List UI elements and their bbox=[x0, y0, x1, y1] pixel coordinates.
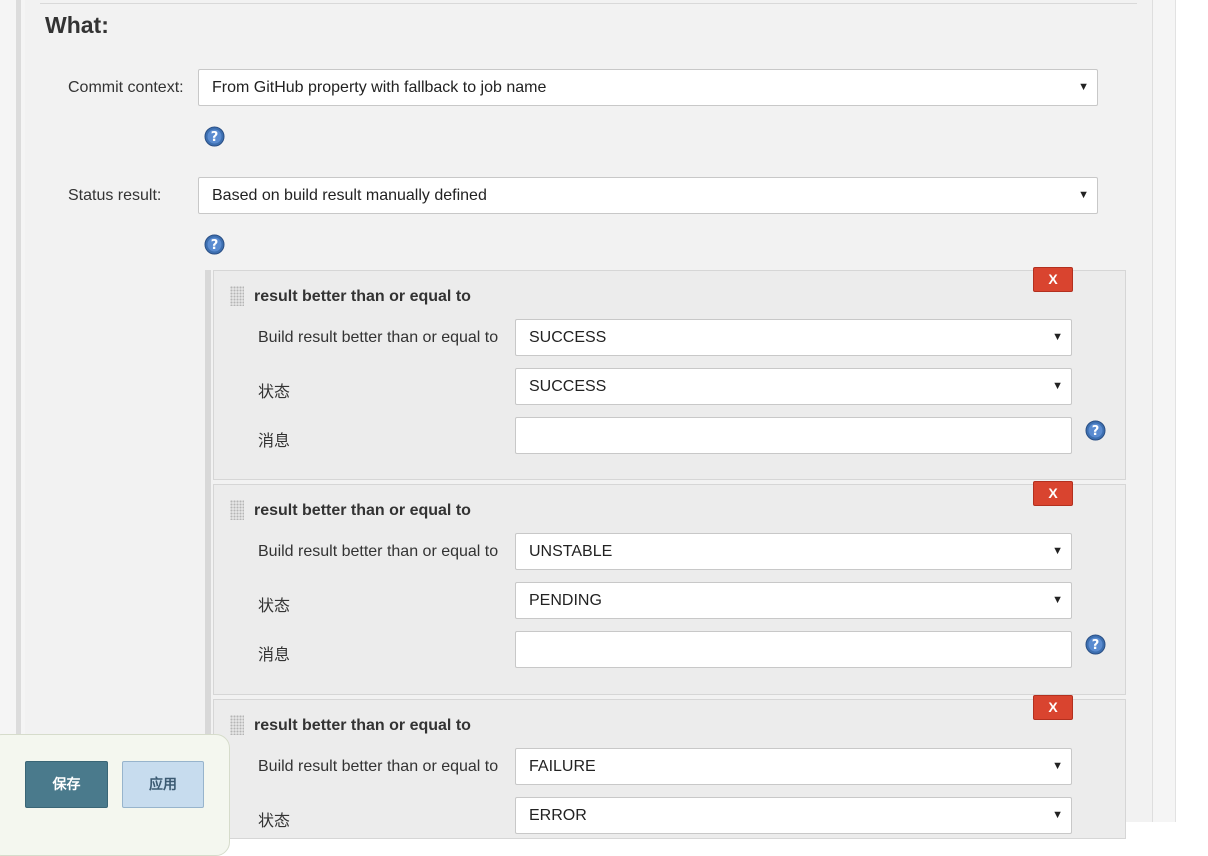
divider bbox=[40, 3, 1137, 4]
help-icon[interactable]: ? bbox=[204, 126, 225, 147]
rule-title: result better than or equal to bbox=[254, 288, 471, 305]
commit-context-label: Commit context: bbox=[68, 79, 184, 96]
chevron-down-icon: ▼ bbox=[1052, 594, 1063, 606]
build-result-label: Build result better than or equal to bbox=[258, 758, 499, 775]
message-label: 消息 bbox=[258, 433, 291, 450]
build-result-value: UNSTABLE bbox=[529, 543, 613, 560]
chevron-down-icon: ▼ bbox=[1052, 331, 1063, 343]
state-select[interactable]: PENDING ▼ bbox=[515, 582, 1072, 619]
svg-text:?: ? bbox=[211, 238, 219, 253]
build-result-select[interactable]: SUCCESS ▼ bbox=[515, 319, 1072, 356]
status-result-label: Status result: bbox=[68, 187, 162, 204]
message-input[interactable] bbox=[515, 417, 1072, 454]
chevron-down-icon: ▼ bbox=[1078, 81, 1089, 93]
help-icon[interactable]: ? bbox=[1085, 634, 1106, 655]
state-value: SUCCESS bbox=[529, 378, 607, 395]
build-result-value: FAILURE bbox=[529, 758, 596, 775]
commit-context-select[interactable]: From GitHub property with fallback to jo… bbox=[198, 69, 1098, 106]
state-select[interactable]: SUCCESS ▼ bbox=[515, 368, 1072, 405]
help-icon[interactable]: ? bbox=[1085, 420, 1106, 441]
message-label: 消息 bbox=[258, 647, 291, 664]
state-label: 状态 bbox=[258, 384, 291, 401]
build-result-label: Build result better than or equal to bbox=[258, 329, 499, 346]
svg-text:?: ? bbox=[211, 130, 219, 145]
commit-context-value: From GitHub property with fallback to jo… bbox=[212, 79, 547, 96]
state-label: 状态 bbox=[258, 598, 291, 615]
state-value: ERROR bbox=[529, 807, 587, 824]
chevron-down-icon: ▼ bbox=[1052, 545, 1063, 557]
chevron-down-icon: ▼ bbox=[1052, 760, 1063, 772]
remove-rule-button[interactable]: X bbox=[1033, 267, 1073, 292]
status-result-value: Based on build result manually defined bbox=[212, 187, 487, 204]
chevron-down-icon: ▼ bbox=[1078, 189, 1089, 201]
message-input[interactable] bbox=[515, 631, 1072, 668]
build-result-select[interactable]: UNSTABLE ▼ bbox=[515, 533, 1072, 570]
state-select[interactable]: ERROR ▼ bbox=[515, 797, 1072, 834]
svg-text:?: ? bbox=[1092, 424, 1100, 439]
save-button[interactable]: 保存 bbox=[25, 761, 108, 808]
drag-handle-icon[interactable] bbox=[230, 286, 244, 306]
build-result-label: Build result better than or equal to bbox=[258, 543, 499, 560]
state-value: PENDING bbox=[529, 592, 602, 609]
section-title: What: bbox=[45, 12, 109, 38]
page-edge bbox=[1175, 0, 1176, 822]
state-label: 状态 bbox=[258, 813, 291, 830]
rule-title: result better than or equal to bbox=[254, 717, 471, 734]
remove-rule-button[interactable]: X bbox=[1033, 481, 1073, 506]
build-result-select[interactable]: FAILURE ▼ bbox=[515, 748, 1072, 785]
drag-handle-icon[interactable] bbox=[230, 715, 244, 735]
apply-button[interactable]: 应用 bbox=[122, 761, 204, 808]
chevron-down-icon: ▼ bbox=[1052, 809, 1063, 821]
build-result-value: SUCCESS bbox=[529, 329, 607, 346]
status-result-select[interactable]: Based on build result manually defined ▼ bbox=[198, 177, 1098, 214]
svg-text:?: ? bbox=[1092, 638, 1100, 653]
rule-title: result better than or equal to bbox=[254, 502, 471, 519]
drag-handle-icon[interactable] bbox=[230, 500, 244, 520]
remove-rule-button[interactable]: X bbox=[1033, 695, 1073, 720]
chevron-down-icon: ▼ bbox=[1052, 380, 1063, 392]
section-indent-bar bbox=[16, 0, 21, 822]
help-icon[interactable]: ? bbox=[204, 234, 225, 255]
